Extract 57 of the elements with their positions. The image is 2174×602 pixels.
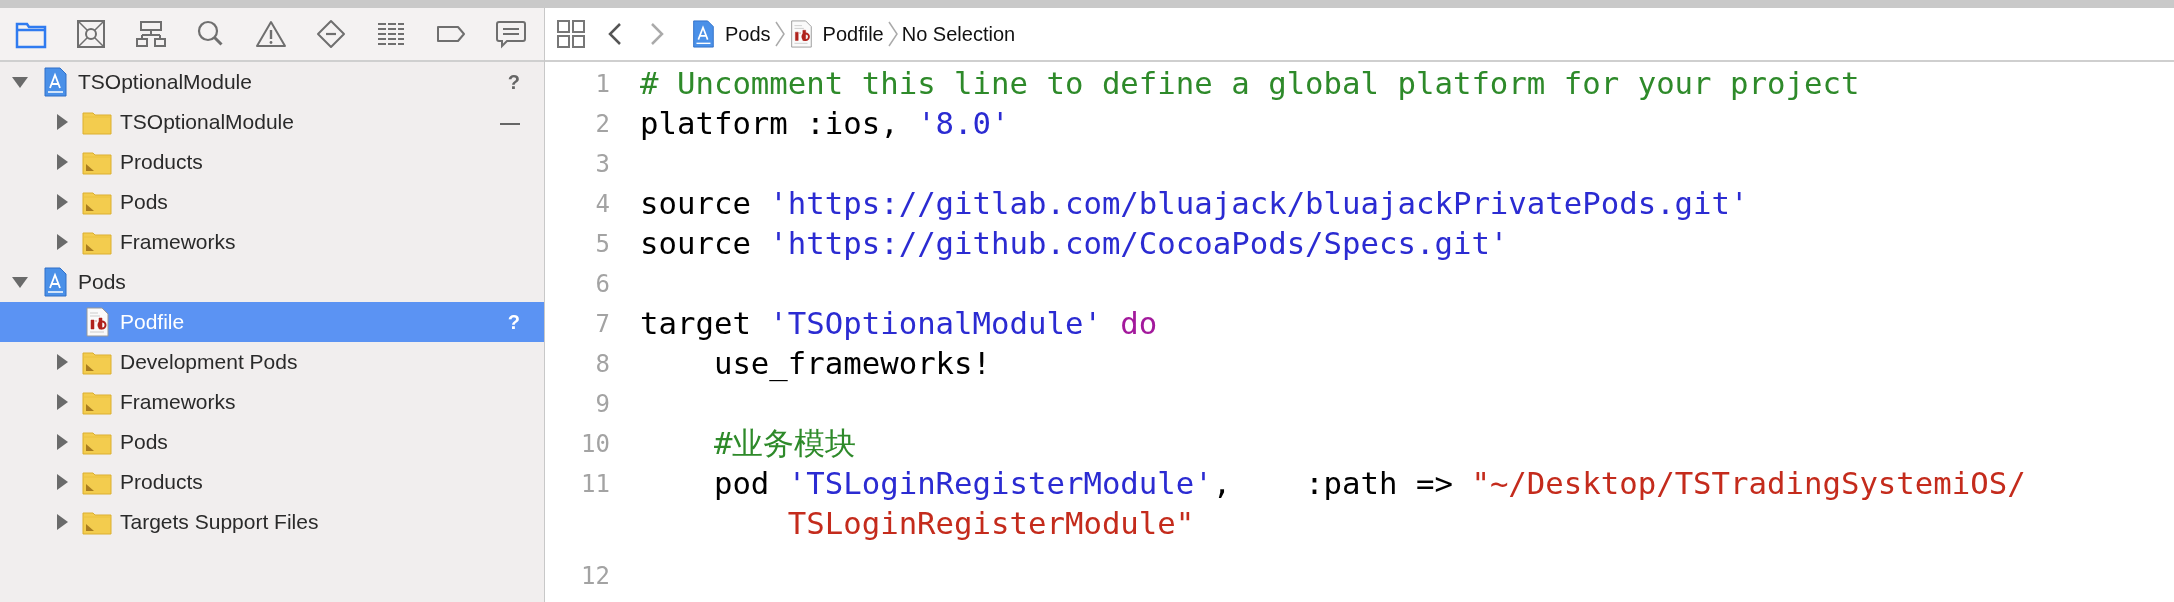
- line-number: 12: [580, 561, 610, 592]
- item-label: TSOptionalModule: [120, 110, 294, 134]
- line-number: 10: [580, 429, 610, 460]
- item-label: Products: [120, 470, 203, 494]
- line-number: 7: [594, 309, 610, 340]
- item-label: Development Pods: [120, 350, 298, 374]
- status-label: —: [500, 110, 520, 134]
- code-line: target 'TSOptionalModule' do: [640, 305, 1159, 343]
- code-line: # Uncomment this line to define a global platform for your project: [640, 65, 1861, 103]
- code-line: source 'https://gitlab.com/bluajack/bluajackPrivatePods.git': [640, 185, 1750, 223]
- item-label: TSOptionalModule: [78, 70, 252, 94]
- diamond-minus-tab[interactable]: [314, 17, 348, 51]
- chevron-icon: [774, 21, 785, 47]
- line-number: 4: [594, 189, 610, 220]
- item-label: Pods: [120, 190, 168, 214]
- tree-item[interactable]: Pods: [0, 262, 544, 302]
- line-number: 11: [580, 469, 610, 500]
- code-line: #业务模块: [712, 425, 858, 463]
- tree-item[interactable]: Frameworks: [0, 382, 544, 422]
- item-label: Podfile: [120, 310, 185, 334]
- project-icon: [691, 20, 715, 48]
- status-label: ?: [507, 70, 520, 94]
- line-number: 3: [594, 149, 610, 180]
- line-number: 9: [594, 389, 610, 420]
- line-number: 1: [594, 69, 610, 100]
- box-x-tab[interactable]: [74, 17, 108, 51]
- tree-item[interactable]: TSOptionalModule —: [0, 102, 544, 142]
- item-label: Pods: [120, 430, 168, 454]
- line-number: 6: [594, 269, 610, 300]
- item-label: Pods: [78, 270, 126, 294]
- breadcrumb-item[interactable]: Podfile: [822, 22, 884, 46]
- line-number: 2: [594, 109, 610, 140]
- code-line: source 'https://github.com/CocoaPods/Specs.git': [640, 225, 1510, 263]
- breadcrumb-item[interactable]: Pods: [725, 22, 771, 46]
- line-number: 8: [594, 349, 610, 380]
- item-label: Frameworks: [120, 390, 236, 414]
- back-icon[interactable]: [607, 22, 623, 46]
- code-line: platform :ios, '8.0': [640, 105, 1011, 143]
- breadcrumb-item[interactable]: No Selection: [901, 22, 1016, 46]
- chevron-icon: [887, 21, 898, 47]
- item-label: Products: [120, 150, 203, 174]
- line-number: 5: [594, 229, 610, 260]
- tree-item[interactable]: Products: [0, 462, 544, 502]
- ruby-file-icon: [788, 20, 813, 48]
- tree-item[interactable]: Targets Support Files: [0, 502, 544, 542]
- item-label: Targets Support Files: [120, 510, 319, 534]
- item-label: Frameworks: [120, 230, 236, 254]
- tree-item[interactable]: TSOptionalModule ?: [0, 62, 544, 102]
- status-label: ?: [507, 310, 520, 334]
- tree-item[interactable]: Pods: [0, 182, 544, 222]
- related-items-icon[interactable]: [557, 20, 585, 48]
- tree-item[interactable]: Products: [0, 142, 544, 182]
- tree-item[interactable]: Development Pods: [0, 342, 544, 382]
- code-line: pod 'TSLoginRegisterModule', :path => "~/Desktop/TSTradingSystemiOS/TSLoginRegisterModule": [712, 465, 2026, 543]
- tree-item[interactable]: Frameworks: [0, 222, 544, 262]
- tree-item[interactable]: Pods: [0, 422, 544, 462]
- code-line: use_frameworks!: [712, 345, 993, 384]
